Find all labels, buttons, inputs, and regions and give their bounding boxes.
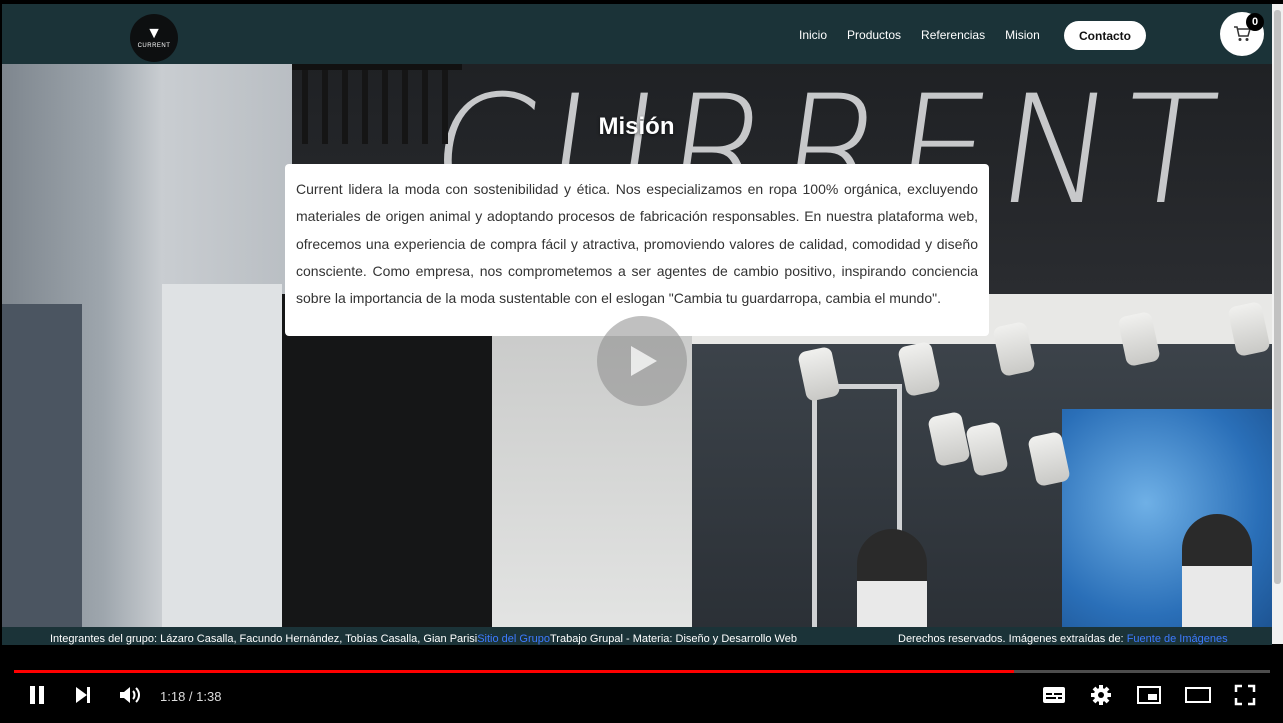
volume-icon <box>120 687 140 703</box>
mission-card: Current lidera la moda con sostenibilida… <box>285 164 989 336</box>
subtitles-button[interactable] <box>1042 684 1066 709</box>
video-progress-bar[interactable] <box>14 670 1270 673</box>
fullscreen-button[interactable] <box>1234 684 1256 709</box>
cart-count-badge: 0 <box>1246 13 1264 31</box>
next-button[interactable] <box>72 684 94 709</box>
pause-button[interactable] <box>26 684 48 709</box>
scrollbar-thumb[interactable] <box>1274 10 1281 584</box>
mission-title: Misión <box>598 113 675 140</box>
mission-text: Current lidera la moda con sostenibilida… <box>296 181 978 307</box>
nav-link-referencias[interactable]: Referencias <box>921 28 985 42</box>
settings-button[interactable] <box>1090 684 1112 709</box>
miniplayer-icon <box>1137 686 1161 704</box>
page-scrollbar[interactable] <box>1272 4 1283 644</box>
next-icon <box>76 687 90 703</box>
fullscreen-icon <box>1234 684 1256 706</box>
site-navbar: ▼ CURRENT Inicio Productos Referencias M… <box>2 4 1272 64</box>
pause-icon <box>30 686 44 704</box>
video-player[interactable]: CURRENT ▼ CURRENT Inicio Productos Refer… <box>0 0 1283 723</box>
volume-button[interactable] <box>118 684 142 709</box>
logo-text: CURRENT <box>137 43 171 49</box>
group-site-link[interactable]: Sitio del Grupo <box>477 633 550 645</box>
site-footer: Integrantes del grupo: Lázaro Casalla, F… <box>2 627 1272 645</box>
mannequin <box>1182 514 1252 644</box>
theater-icon <box>1185 687 1211 703</box>
theater-mode-button[interactable] <box>1184 684 1212 709</box>
play-icon <box>631 346 657 376</box>
play-overlay-button[interactable] <box>597 316 687 406</box>
nav-link-inicio[interactable]: Inicio <box>799 28 827 42</box>
settings-icon <box>1091 685 1111 705</box>
site-logo[interactable]: ▼ CURRENT <box>130 14 178 62</box>
nav-link-mision[interactable]: Mision <box>1005 28 1040 42</box>
video-progress-played <box>14 670 1014 673</box>
nav-link-productos[interactable]: Productos <box>847 28 901 42</box>
time-display: 1:18 / 1:38 <box>160 689 222 704</box>
image-source-link[interactable]: Fuente de Imágenes <box>1127 633 1228 645</box>
footer-members: Integrantes del grupo: Lázaro Casalla, F… <box>50 633 478 645</box>
subtitles-icon <box>1043 687 1065 703</box>
footer-course: Trabajo Grupal - Materia: Diseño y Desar… <box>549 633 797 645</box>
player-controls: 1:18 / 1:38 <box>0 676 1283 723</box>
logo-mark-icon: ▼ <box>146 25 162 42</box>
miniplayer-button[interactable] <box>1136 684 1162 709</box>
footer-rights: Derechos reservados. Imágenes extraídas … <box>898 633 1127 645</box>
contact-button[interactable]: Contacto <box>1064 21 1146 50</box>
